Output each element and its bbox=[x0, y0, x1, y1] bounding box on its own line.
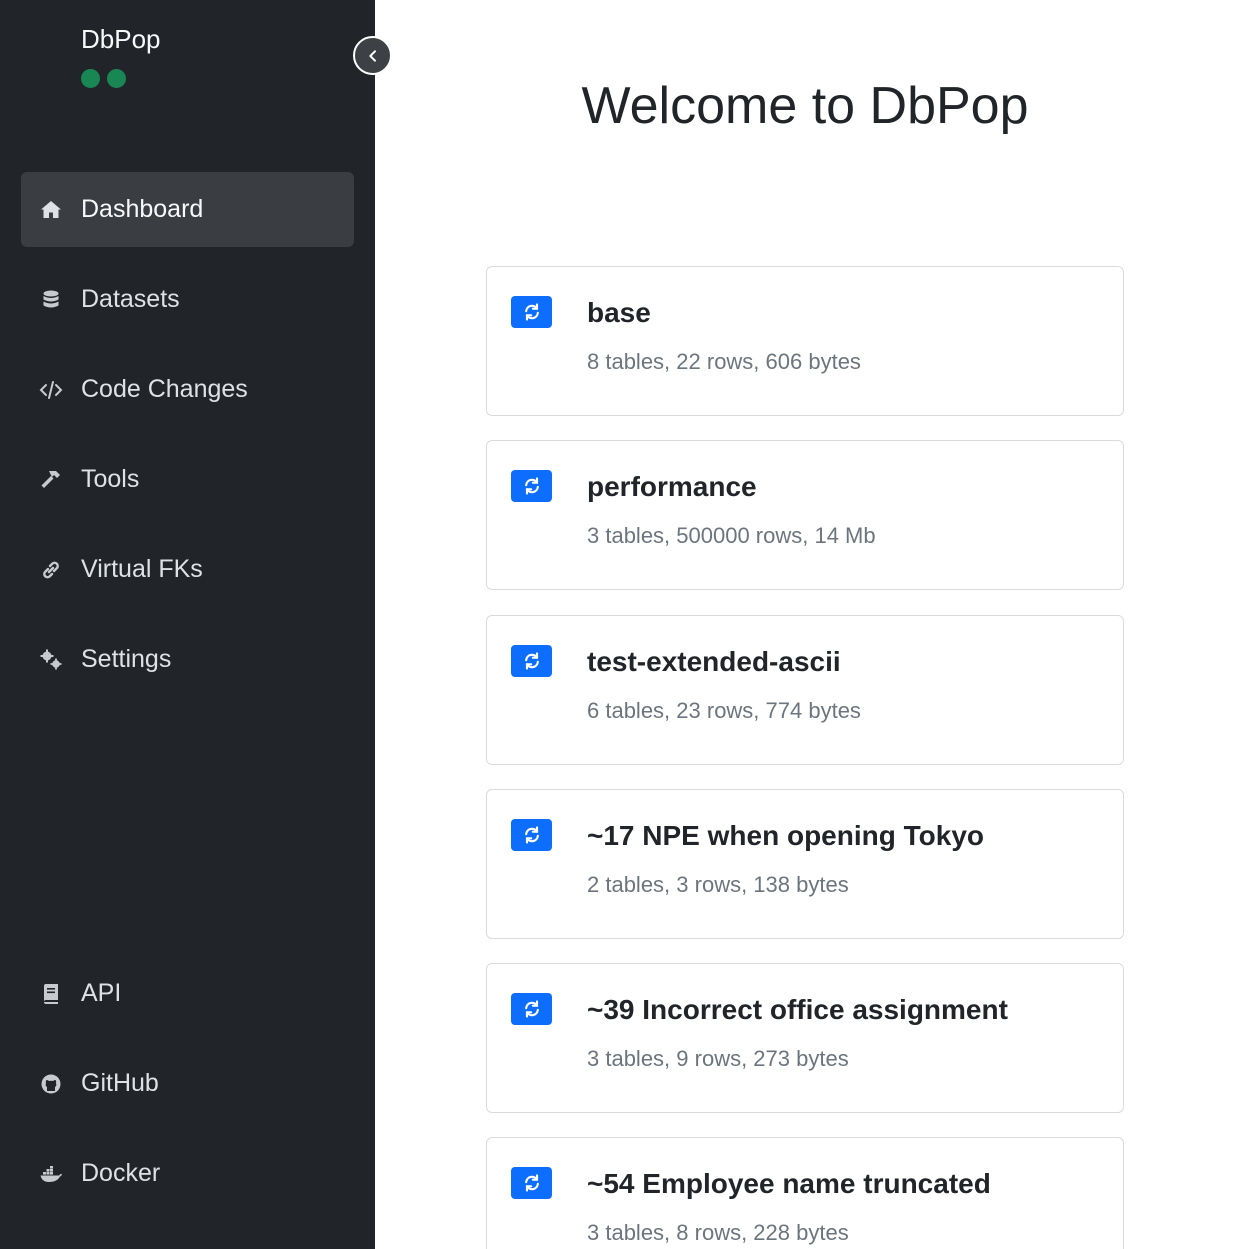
dataset-name: base bbox=[587, 297, 651, 328]
dataset-card[interactable]: ~54 Employee name truncated 3 tables, 8 … bbox=[486, 1137, 1124, 1249]
nav-label: Docker bbox=[81, 1159, 161, 1187]
nav-label: Code Changes bbox=[81, 375, 248, 403]
refresh-icon[interactable] bbox=[511, 296, 552, 328]
dataset-summary: 3 tables, 9 rows, 273 bytes bbox=[587, 1046, 849, 1071]
status-dot bbox=[81, 69, 100, 88]
dataset-summary: 6 tables, 23 rows, 774 bytes bbox=[587, 698, 861, 723]
dataset-card[interactable]: performance 3 tables, 500000 rows, 14 Mb bbox=[486, 440, 1124, 590]
refresh-icon[interactable] bbox=[511, 645, 552, 677]
nav-virtual-fks[interactable]: Virtual FKs bbox=[21, 532, 354, 607]
app-brand[interactable]: DbPop bbox=[81, 24, 161, 55]
status-dot bbox=[107, 69, 126, 88]
dataset-name: ~17 NPE when opening Tokyo bbox=[587, 820, 984, 851]
nav-label: Settings bbox=[81, 645, 172, 673]
dataset-summary: 8 tables, 22 rows, 606 bytes bbox=[587, 349, 861, 374]
refresh-icon[interactable] bbox=[511, 993, 552, 1025]
hammer-icon bbox=[21, 468, 81, 492]
nav-github[interactable]: GitHub bbox=[21, 1046, 354, 1121]
refresh-icon[interactable] bbox=[511, 470, 552, 502]
nav-api[interactable]: API bbox=[21, 956, 354, 1031]
docker-icon bbox=[21, 1162, 81, 1186]
code-icon bbox=[21, 378, 81, 402]
gears-icon bbox=[21, 648, 81, 672]
nav-label: Datasets bbox=[81, 285, 180, 313]
dataset-name: performance bbox=[587, 471, 757, 502]
dataset-name: ~39 Incorrect office assignment bbox=[587, 994, 1008, 1025]
dataset-name: ~54 Employee name truncated bbox=[587, 1168, 991, 1199]
dataset-card[interactable]: base 8 tables, 22 rows, 606 bytes bbox=[486, 266, 1124, 416]
nav-docker[interactable]: Docker bbox=[21, 1136, 354, 1211]
nav-datasets[interactable]: Datasets bbox=[21, 262, 354, 337]
nav-tools[interactable]: Tools bbox=[21, 442, 354, 517]
dataset-card[interactable]: ~17 NPE when opening Tokyo 2 tables, 3 r… bbox=[486, 789, 1124, 939]
dataset-card[interactable]: ~39 Incorrect office assignment 3 tables… bbox=[486, 963, 1124, 1113]
link-icon bbox=[21, 558, 81, 582]
page-title: Welcome to DbPop bbox=[581, 77, 1029, 135]
refresh-icon[interactable] bbox=[511, 819, 552, 851]
dataset-summary: 2 tables, 3 rows, 138 bytes bbox=[587, 872, 849, 897]
database-icon bbox=[21, 288, 81, 312]
nav-label: GitHub bbox=[81, 1069, 159, 1097]
nav-label: Virtual FKs bbox=[81, 555, 203, 583]
dataset-summary: 3 tables, 500000 rows, 14 Mb bbox=[587, 523, 876, 548]
dataset-card[interactable]: test-extended-ascii 6 tables, 23 rows, 7… bbox=[486, 615, 1124, 765]
nav-settings[interactable]: Settings bbox=[21, 622, 354, 697]
house-icon bbox=[21, 198, 81, 222]
nav-label: API bbox=[81, 979, 122, 1007]
sidebar-collapse-button[interactable] bbox=[353, 36, 392, 75]
nav-code-changes[interactable]: Code Changes bbox=[21, 352, 354, 427]
refresh-icon[interactable] bbox=[511, 1167, 552, 1199]
nav-label: Dashboard bbox=[81, 195, 204, 223]
nav-dashboard[interactable]: Dashboard bbox=[21, 172, 354, 247]
book-icon bbox=[21, 982, 81, 1006]
sidebar: DbPop Dashboard Datasets Code Changes To… bbox=[0, 0, 375, 1249]
dataset-name: test-extended-ascii bbox=[587, 646, 841, 677]
status-indicators bbox=[81, 69, 126, 88]
dataset-summary: 3 tables, 8 rows, 228 bytes bbox=[587, 1220, 849, 1245]
github-icon bbox=[21, 1072, 81, 1096]
chevron-left-icon bbox=[368, 49, 376, 62]
nav-label: Tools bbox=[81, 465, 140, 493]
